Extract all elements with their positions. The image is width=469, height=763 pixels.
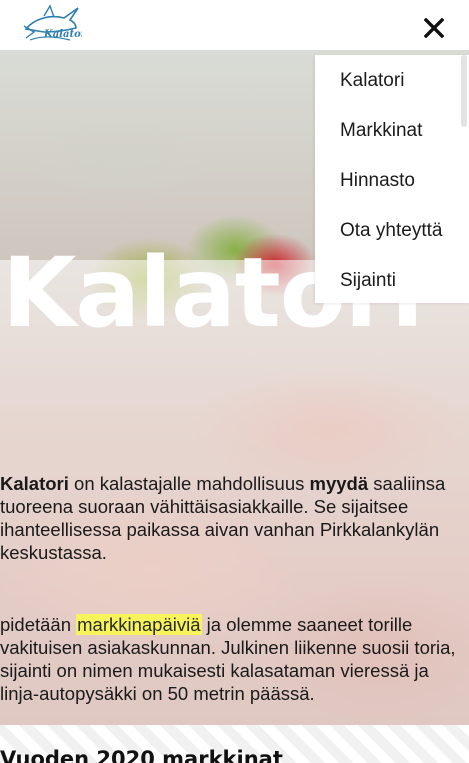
- intro-brand: Kalatori: [0, 473, 69, 494]
- intro-text-a: on kalastajalle mahdollisuus: [68, 473, 310, 494]
- close-menu-button[interactable]: [418, 12, 450, 44]
- swordfish-logo-icon: Kalatori: [23, 4, 90, 41]
- menu-scrollbar[interactable]: [461, 55, 467, 127]
- site-header: Kalatori: [0, 0, 469, 50]
- menu-item-kalatori[interactable]: Kalatori: [340, 70, 404, 92]
- menu-item-hinnasto[interactable]: Hinnasto: [340, 170, 415, 192]
- menu-item-ota-yhteytta[interactable]: Ota yhteyttä: [340, 220, 442, 242]
- logo-text: Kalatori: [43, 29, 82, 40]
- menu-item-markkinat[interactable]: Markkinat: [340, 120, 422, 142]
- market-days-link[interactable]: markkinapäiviä: [76, 614, 202, 635]
- menu-item-sijainti[interactable]: Sijainti: [340, 270, 396, 292]
- intro-paragraph: Kalatori on kalastajalle mahdollisuus my…: [0, 472, 469, 564]
- nav-menu: Kalatori Markkinat Hinnasto Ota yhteyttä…: [315, 55, 469, 303]
- market-paragraph: pidetään markkinapäiviä ja olemme saanee…: [0, 613, 469, 705]
- site-logo[interactable]: Kalatori: [20, 2, 90, 46]
- market-text-a: pidetään: [0, 614, 77, 635]
- section-heading: Vuoden 2020 markkinat: [0, 747, 283, 763]
- close-icon: [424, 18, 444, 38]
- intro-strong: myydä: [309, 473, 369, 494]
